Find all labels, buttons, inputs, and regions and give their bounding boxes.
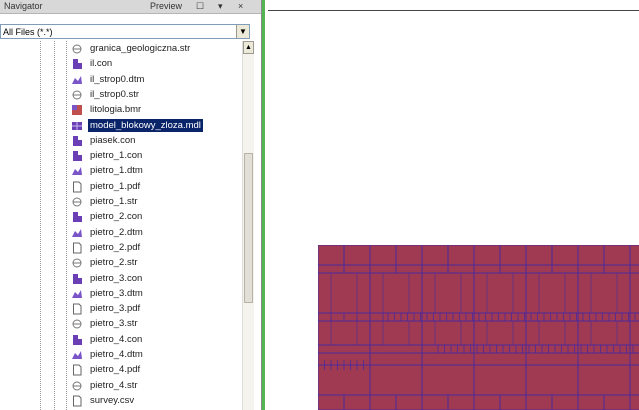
bmr-icon bbox=[71, 104, 83, 116]
scroll-up-icon[interactable]: ▲ bbox=[243, 41, 254, 54]
file-name: piasek.con bbox=[90, 134, 136, 146]
mdl-icon bbox=[71, 120, 83, 132]
file-name: pietro_4.con bbox=[90, 333, 143, 345]
str-icon bbox=[71, 43, 83, 55]
file-tree-item[interactable]: pietro_1.str bbox=[0, 194, 240, 210]
con-icon bbox=[71, 58, 83, 70]
file-tree-item[interactable]: survey.csv bbox=[0, 393, 240, 409]
file-name: pietro_4.str bbox=[90, 379, 138, 391]
preview-toggle[interactable]: Preview bbox=[150, 0, 182, 13]
preview-checkbox-icon[interactable]: ☐ bbox=[196, 0, 204, 13]
str-icon bbox=[71, 196, 83, 208]
file-tree-item[interactable]: model_blokowy_zloza.mdl bbox=[0, 118, 240, 134]
str-icon bbox=[71, 318, 83, 330]
dtm-icon bbox=[71, 349, 83, 361]
pdf-icon bbox=[71, 303, 83, 315]
file-tree-item[interactable]: pietro_2.pdf bbox=[0, 240, 240, 256]
block-model-grid bbox=[318, 245, 639, 410]
file-tree-item[interactable]: pietro_2.con bbox=[0, 209, 240, 225]
file-name: pietro_2.pdf bbox=[90, 241, 141, 253]
navigator-panel: Navigator Preview ☐ ▾ × All Files (*.*) … bbox=[0, 0, 262, 410]
file-name: il_strop0.str bbox=[90, 88, 140, 100]
chevron-down-icon[interactable]: ▼ bbox=[236, 25, 249, 38]
str-icon bbox=[71, 89, 83, 101]
file-tree-item[interactable]: pietro_2.dtm bbox=[0, 225, 240, 241]
file-name: survey.csv bbox=[90, 394, 135, 406]
file-name: pietro_4.pdf bbox=[90, 364, 141, 376]
file-tree-item[interactable]: pietro_1.dtm bbox=[0, 163, 240, 179]
con-icon bbox=[71, 135, 83, 147]
pdf-icon bbox=[71, 181, 83, 193]
file-tree-item[interactable]: pietro_4.pdf bbox=[0, 362, 240, 378]
panel-divider[interactable] bbox=[262, 0, 265, 410]
dtm-icon bbox=[71, 165, 83, 177]
file-name: pietro_3.pdf bbox=[90, 303, 141, 315]
file-tree: granica_geologiczna.str il.con il_strop0.d… bbox=[0, 41, 250, 410]
file-tree-item[interactable]: pietro_2.str bbox=[0, 255, 240, 271]
pdf-icon bbox=[71, 364, 83, 376]
str-icon bbox=[71, 380, 83, 392]
file-tree-item[interactable]: il_strop0.str bbox=[0, 87, 240, 103]
file-name: pietro_2.dtm bbox=[90, 226, 143, 238]
file-tree-item[interactable]: pietro_4.con bbox=[0, 332, 240, 348]
dtm-icon bbox=[71, 74, 83, 86]
file-filter-value: All Files (*.*) bbox=[3, 27, 53, 37]
file-tree-item[interactable]: pietro_3.str bbox=[0, 316, 240, 332]
file-name: pietro_1.pdf bbox=[90, 180, 141, 192]
navigator-title: Navigator bbox=[4, 1, 43, 11]
dtm-icon bbox=[71, 227, 83, 239]
con-icon bbox=[71, 211, 83, 223]
file-filter-dropdown[interactable]: All Files (*.*) ▼ bbox=[0, 24, 250, 39]
file-tree-item[interactable]: pietro_3.con bbox=[0, 271, 240, 287]
file-name: pietro_1.con bbox=[90, 150, 143, 162]
file-name: litologia.bmr bbox=[90, 104, 142, 116]
file-name: pietro_3.con bbox=[90, 272, 143, 284]
con-icon bbox=[71, 334, 83, 346]
file-tree-item[interactable]: granica_geologiczna.str bbox=[0, 41, 240, 57]
model-viewport[interactable] bbox=[268, 0, 639, 410]
file-tree-item[interactable]: pietro_1.con bbox=[0, 148, 240, 164]
file-tree-item[interactable]: pietro_4.str bbox=[0, 378, 240, 394]
pin-icon[interactable]: ▾ bbox=[218, 0, 223, 13]
file-name: model_blokowy_zloza.mdl bbox=[88, 118, 203, 132]
file-name: pietro_3.str bbox=[90, 318, 138, 330]
file-tree-item[interactable]: piasek.con bbox=[0, 133, 240, 149]
file-name: il_strop0.dtm bbox=[90, 73, 145, 85]
file-tree-item[interactable]: pietro_3.dtm bbox=[0, 286, 240, 302]
file-tree-item[interactable]: il.con bbox=[0, 56, 240, 72]
pdf-icon bbox=[71, 242, 83, 254]
file-name: il.con bbox=[90, 58, 113, 70]
dtm-icon bbox=[71, 288, 83, 300]
file-tree-item[interactable]: pietro_4.dtm bbox=[0, 347, 240, 363]
file-name: pietro_2.con bbox=[90, 211, 143, 223]
con-icon bbox=[71, 150, 83, 162]
close-icon[interactable]: × bbox=[238, 0, 243, 13]
file-tree-item[interactable]: pietro_3.pdf bbox=[0, 301, 240, 317]
con-icon bbox=[71, 273, 83, 285]
block-model bbox=[318, 245, 639, 410]
file-name: pietro_1.str bbox=[90, 196, 138, 207]
file-tree-item[interactable]: il_strop0.dtm bbox=[0, 72, 240, 88]
viewport-border bbox=[268, 10, 639, 11]
file-tree-item[interactable]: litologia.bmr bbox=[0, 102, 240, 118]
file-tree-item[interactable]: pietro_1.pdf bbox=[0, 179, 240, 195]
file-name: granica_geologiczna.str bbox=[90, 43, 191, 54]
csv-icon bbox=[71, 395, 83, 407]
scroll-thumb[interactable] bbox=[244, 153, 253, 303]
file-name: pietro_1.dtm bbox=[90, 165, 143, 177]
file-name: pietro_2.str bbox=[90, 257, 138, 269]
navigator-header: Navigator Preview ☐ ▾ × bbox=[0, 0, 261, 14]
file-name: pietro_4.dtm bbox=[90, 349, 143, 360]
file-name: pietro_3.dtm bbox=[90, 287, 143, 299]
tree-scrollbar[interactable]: ▲ bbox=[242, 41, 254, 410]
str-icon bbox=[71, 257, 83, 269]
